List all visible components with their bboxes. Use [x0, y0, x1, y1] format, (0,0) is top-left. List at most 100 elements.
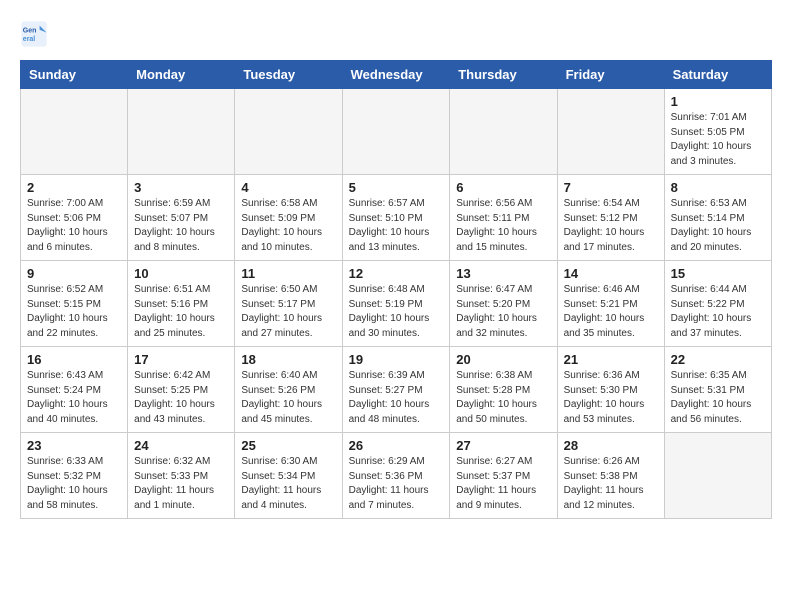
- calendar-cell: [21, 89, 128, 175]
- day-number: 15: [671, 266, 765, 281]
- week-row-3: 9 Sunrise: 6:52 AM Sunset: 5:15 PM Daylig…: [21, 261, 772, 347]
- day-number: 22: [671, 352, 765, 367]
- top-header: Gen eral: [20, 20, 772, 52]
- calendar-cell: 20 Sunrise: 6:38 AM Sunset: 5:28 PM Dayli…: [450, 347, 557, 433]
- day-number: 11: [241, 266, 335, 281]
- calendar-cell: 12 Sunrise: 6:48 AM Sunset: 5:19 PM Dayli…: [342, 261, 450, 347]
- week-row-5: 23 Sunrise: 6:33 AM Sunset: 5:32 PM Dayli…: [21, 433, 772, 519]
- calendar-cell: 18 Sunrise: 6:40 AM Sunset: 5:26 PM Dayli…: [235, 347, 342, 433]
- weekday-header-wednesday: Wednesday: [342, 61, 450, 89]
- day-info: Sunrise: 7:01 AM Sunset: 5:05 PM Dayligh…: [671, 111, 765, 169]
- day-info: Sunrise: 6:35 AM Sunset: 5:31 PM Dayligh…: [671, 369, 765, 427]
- day-info: Sunrise: 6:33 AM Sunset: 5:32 PM Dayligh…: [27, 455, 121, 513]
- day-info: Sunrise: 6:54 AM Sunset: 5:12 PM Dayligh…: [564, 197, 658, 255]
- day-number: 14: [564, 266, 658, 281]
- calendar-cell: 27 Sunrise: 6:27 AM Sunset: 5:37 PM Dayli…: [450, 433, 557, 519]
- day-info: Sunrise: 6:30 AM Sunset: 5:34 PM Dayligh…: [241, 455, 335, 513]
- day-number: 9: [27, 266, 121, 281]
- day-info: Sunrise: 6:40 AM Sunset: 5:26 PM Dayligh…: [241, 369, 335, 427]
- day-info: Sunrise: 6:51 AM Sunset: 5:16 PM Dayligh…: [134, 283, 228, 341]
- calendar-cell: 22 Sunrise: 6:35 AM Sunset: 5:31 PM Dayli…: [664, 347, 771, 433]
- calendar-cell: [664, 433, 771, 519]
- calendar-cell: 5 Sunrise: 6:57 AM Sunset: 5:10 PM Daylig…: [342, 175, 450, 261]
- day-number: 19: [349, 352, 444, 367]
- day-number: 6: [456, 180, 550, 195]
- week-row-4: 16 Sunrise: 6:43 AM Sunset: 5:24 PM Dayli…: [21, 347, 772, 433]
- calendar-cell: 3 Sunrise: 6:59 AM Sunset: 5:07 PM Daylig…: [128, 175, 235, 261]
- calendar-cell: [450, 89, 557, 175]
- calendar-cell: 28Sunrise: 6:26 AM Sunset: 5:38 PM Dayli…: [557, 433, 664, 519]
- day-info: Sunrise: 6:53 AM Sunset: 5:14 PM Dayligh…: [671, 197, 765, 255]
- calendar-cell: 9 Sunrise: 6:52 AM Sunset: 5:15 PM Daylig…: [21, 261, 128, 347]
- day-info: Sunrise: 6:47 AM Sunset: 5:20 PM Dayligh…: [456, 283, 550, 341]
- day-number: 10: [134, 266, 228, 281]
- day-info: Sunrise: 6:48 AM Sunset: 5:19 PM Dayligh…: [349, 283, 444, 341]
- calendar-cell: 17 Sunrise: 6:42 AM Sunset: 5:25 PM Dayli…: [128, 347, 235, 433]
- day-info: Sunrise: 6:27 AM Sunset: 5:37 PM Dayligh…: [456, 455, 550, 513]
- calendar-cell: [557, 89, 664, 175]
- day-info: Sunrise: 6:43 AM Sunset: 5:24 PM Dayligh…: [27, 369, 121, 427]
- day-number: 5: [349, 180, 444, 195]
- day-info: Sunrise: 6:46 AM Sunset: 5:21 PM Dayligh…: [564, 283, 658, 341]
- calendar-cell: 15 Sunrise: 6:44 AM Sunset: 5:22 PM Dayli…: [664, 261, 771, 347]
- calendar-cell: 25Sunrise: 6:30 AM Sunset: 5:34 PM Dayli…: [235, 433, 342, 519]
- calendar-cell: 23 Sunrise: 6:33 AM Sunset: 5:32 PM Dayli…: [21, 433, 128, 519]
- calendar-cell: [128, 89, 235, 175]
- day-number: 13: [456, 266, 550, 281]
- day-info: Sunrise: 6:29 AM Sunset: 5:36 PM Dayligh…: [349, 455, 444, 513]
- calendar-cell: 7 Sunrise: 6:54 AM Sunset: 5:12 PM Daylig…: [557, 175, 664, 261]
- day-number: 24: [134, 438, 228, 453]
- calendar-cell: 14 Sunrise: 6:46 AM Sunset: 5:21 PM Dayli…: [557, 261, 664, 347]
- calendar-cell: 13 Sunrise: 6:47 AM Sunset: 5:20 PM Dayli…: [450, 261, 557, 347]
- weekday-header-row: SundayMondayTuesdayWednesdayThursdayFrid…: [21, 61, 772, 89]
- day-number: 7: [564, 180, 658, 195]
- day-info: Sunrise: 6:42 AM Sunset: 5:25 PM Dayligh…: [134, 369, 228, 427]
- day-number: 2: [27, 180, 121, 195]
- day-info: Sunrise: 6:56 AM Sunset: 5:11 PM Dayligh…: [456, 197, 550, 255]
- day-number: 16: [27, 352, 121, 367]
- week-row-2: 2Sunrise: 7:00 AM Sunset: 5:06 PM Daylig…: [21, 175, 772, 261]
- svg-text:eral: eral: [23, 36, 36, 43]
- day-number: 28: [564, 438, 658, 453]
- calendar-cell: 21Sunrise: 6:36 AM Sunset: 5:30 PM Dayli…: [557, 347, 664, 433]
- day-info: Sunrise: 6:44 AM Sunset: 5:22 PM Dayligh…: [671, 283, 765, 341]
- calendar-cell: [342, 89, 450, 175]
- day-info: Sunrise: 6:39 AM Sunset: 5:27 PM Dayligh…: [349, 369, 444, 427]
- weekday-header-thursday: Thursday: [450, 61, 557, 89]
- weekday-header-friday: Friday: [557, 61, 664, 89]
- weekday-header-monday: Monday: [128, 61, 235, 89]
- day-info: Sunrise: 6:38 AM Sunset: 5:28 PM Dayligh…: [456, 369, 550, 427]
- calendar-cell: 19 Sunrise: 6:39 AM Sunset: 5:27 PM Dayli…: [342, 347, 450, 433]
- day-number: 20: [456, 352, 550, 367]
- day-info: Sunrise: 6:57 AM Sunset: 5:10 PM Dayligh…: [349, 197, 444, 255]
- day-number: 8: [671, 180, 765, 195]
- day-number: 26: [349, 438, 444, 453]
- day-info: Sunrise: 6:52 AM Sunset: 5:15 PM Dayligh…: [27, 283, 121, 341]
- logo: Gen eral: [20, 20, 50, 48]
- day-info: Sunrise: 6:59 AM Sunset: 5:07 PM Dayligh…: [134, 197, 228, 255]
- calendar-cell: [235, 89, 342, 175]
- general-blue-logo-icon: Gen eral: [20, 20, 48, 48]
- day-number: 17: [134, 352, 228, 367]
- calendar-cell: 10 Sunrise: 6:51 AM Sunset: 5:16 PM Dayli…: [128, 261, 235, 347]
- calendar-cell: 2Sunrise: 7:00 AM Sunset: 5:06 PM Daylig…: [21, 175, 128, 261]
- day-info: Sunrise: 6:50 AM Sunset: 5:17 PM Dayligh…: [241, 283, 335, 341]
- day-info: Sunrise: 6:58 AM Sunset: 5:09 PM Dayligh…: [241, 197, 335, 255]
- day-number: 3: [134, 180, 228, 195]
- day-number: 18: [241, 352, 335, 367]
- calendar-cell: 26 Sunrise: 6:29 AM Sunset: 5:36 PM Dayli…: [342, 433, 450, 519]
- week-row-1: 1 Sunrise: 7:01 AM Sunset: 5:05 PM Daylig…: [21, 89, 772, 175]
- day-info: Sunrise: 6:32 AM Sunset: 5:33 PM Dayligh…: [134, 455, 228, 513]
- calendar-cell: 24 Sunrise: 6:32 AM Sunset: 5:33 PM Dayli…: [128, 433, 235, 519]
- day-number: 21: [564, 352, 658, 367]
- day-number: 12: [349, 266, 444, 281]
- day-number: 4: [241, 180, 335, 195]
- calendar-cell: 11 Sunrise: 6:50 AM Sunset: 5:17 PM Dayli…: [235, 261, 342, 347]
- day-number: 23: [27, 438, 121, 453]
- calendar-cell: 16 Sunrise: 6:43 AM Sunset: 5:24 PM Dayli…: [21, 347, 128, 433]
- calendar-cell: 6 Sunrise: 6:56 AM Sunset: 5:11 PM Daylig…: [450, 175, 557, 261]
- day-number: 1: [671, 94, 765, 109]
- day-number: 27: [456, 438, 550, 453]
- weekday-header-saturday: Saturday: [664, 61, 771, 89]
- weekday-header-sunday: Sunday: [21, 61, 128, 89]
